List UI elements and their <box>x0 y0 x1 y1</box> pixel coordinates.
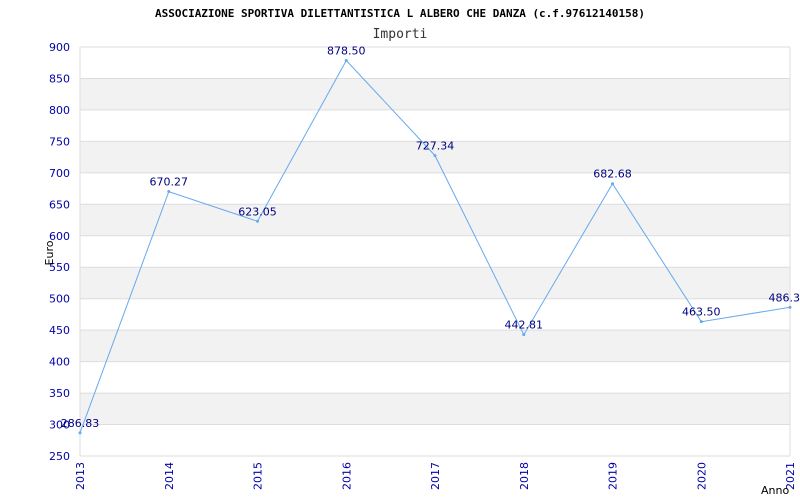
data-point <box>433 154 437 158</box>
line-chart: ASSOCIAZIONE SPORTIVA DILETTANTISTICA L … <box>43 7 800 497</box>
data-point <box>611 182 614 186</box>
y-tick-label: 450 <box>49 324 70 337</box>
data-label: 463.50 <box>682 306 721 319</box>
x-tick-label: 2013 <box>74 462 87 490</box>
x-tick-label: 2014 <box>163 462 176 490</box>
data-point <box>78 431 82 435</box>
data-point <box>788 305 792 309</box>
y-tick-label: 650 <box>49 198 70 211</box>
data-label: 878.50 <box>327 45 366 58</box>
chart-title: ASSOCIAZIONE SPORTIVA DILETTANTISTICA L … <box>155 7 645 20</box>
data-label: 286.83 <box>61 417 100 430</box>
y-tick-label: 850 <box>49 72 70 85</box>
data-label: 670.27 <box>150 176 189 189</box>
y-tick-label: 800 <box>49 104 70 117</box>
y-tick-label: 350 <box>49 387 70 400</box>
data-label: 727.34 <box>416 140 455 153</box>
data-label: 442.81 <box>505 319 544 332</box>
grid-band <box>80 393 790 425</box>
x-tick-label: 2017 <box>429 462 442 490</box>
x-tick-label: 2020 <box>695 462 708 490</box>
x-tick-label: 2018 <box>518 462 531 490</box>
grid-band <box>80 78 790 110</box>
y-tick-label: 700 <box>49 167 70 180</box>
series-line <box>79 59 791 433</box>
data-label: 682.68 <box>593 168 632 181</box>
x-axis-label: Anno <box>761 484 789 497</box>
data-point <box>522 333 526 337</box>
y-axis-label: Euro <box>43 240 56 265</box>
data-point <box>256 219 259 223</box>
data-series <box>78 59 792 435</box>
x-tick-label: 2016 <box>340 462 353 490</box>
y-tick-label: 250 <box>49 450 70 463</box>
grid-band <box>80 204 790 236</box>
data-label: 486.3 <box>769 291 800 304</box>
x-axis: 2013 2014 2015 2016 2017 2018 2019 2020 2021 <box>74 462 797 490</box>
x-tick-label: 2015 <box>252 462 265 490</box>
data-point <box>167 190 171 194</box>
y-tick-label: 500 <box>49 293 70 306</box>
chart-subtitle: Importi <box>373 27 428 42</box>
y-tick-label: 900 <box>49 41 70 54</box>
y-tick-label: 750 <box>49 135 70 148</box>
y-tick-label: 400 <box>49 356 70 369</box>
grid-band <box>80 330 790 362</box>
data-point <box>344 59 348 63</box>
data-label: 623.05 <box>238 205 277 218</box>
plot-background <box>80 78 790 425</box>
x-tick-label: 2019 <box>607 462 620 490</box>
data-point <box>699 320 703 324</box>
